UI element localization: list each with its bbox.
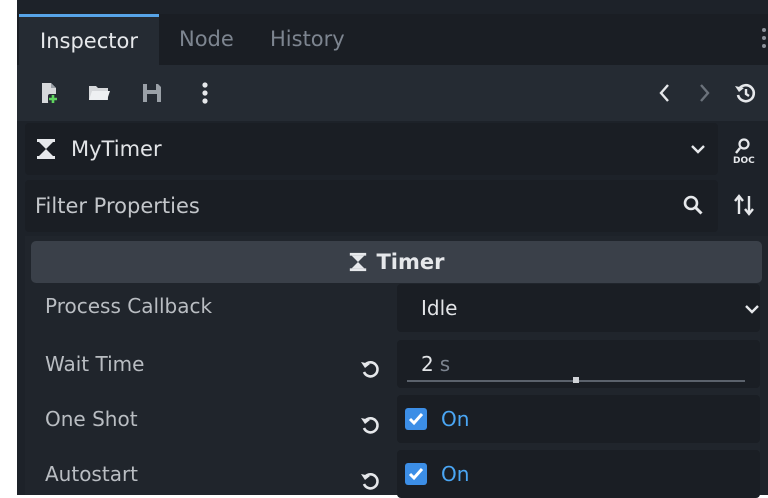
tab-node[interactable]: Node: [179, 14, 234, 65]
wait-time-slider[interactable]: [407, 377, 745, 383]
dock-menu-icon[interactable]: [762, 28, 768, 52]
forward-icon[interactable]: [692, 81, 716, 105]
one-shot-value: On: [441, 407, 470, 431]
tab-bar: Inspector Node History: [17, 14, 768, 65]
chevron-down-icon: [690, 141, 706, 161]
history-icon[interactable]: [733, 81, 757, 105]
process-callback-select[interactable]: Idle: [397, 284, 760, 332]
wait-time-unit: s: [439, 352, 451, 376]
open-folder-icon[interactable]: [87, 81, 111, 105]
slider-grabber[interactable]: [573, 377, 579, 383]
autostart-label: Autostart: [45, 462, 139, 486]
checkbox-checked-icon[interactable]: [405, 463, 427, 485]
one-shot-label: One Shot: [45, 407, 138, 431]
inspector-properties: Timer Process Callback Idle Wait Time 2s: [25, 236, 768, 498]
checkbox-checked-icon[interactable]: [405, 408, 427, 430]
doc-search-icon[interactable]: DOC: [731, 138, 759, 166]
one-shot-checkbox[interactable]: On: [397, 395, 760, 443]
more-icon[interactable]: [193, 81, 217, 105]
inspector-toolbar: [17, 65, 768, 121]
filter-properties-input[interactable]: Filter Properties: [25, 180, 718, 232]
revert-icon[interactable]: [359, 358, 383, 382]
svg-text:DOC: DOC: [733, 156, 755, 164]
hourglass-icon: [348, 244, 368, 286]
hourglass-icon: [35, 138, 57, 164]
autostart-checkbox[interactable]: On: [397, 450, 760, 498]
back-icon[interactable]: [653, 81, 677, 105]
wait-time-spinbox[interactable]: 2s: [397, 340, 760, 388]
app-root: Inspector Node History MyTimer DOC Filte…: [0, 0, 768, 498]
wait-time-value: 2: [421, 352, 434, 376]
search-icon: [682, 194, 704, 220]
section-title: Timer: [376, 250, 445, 274]
object-selector[interactable]: MyTimer: [25, 123, 718, 175]
object-name: MyTimer: [71, 137, 162, 161]
tab-history[interactable]: History: [270, 14, 345, 65]
sort-options-icon[interactable]: [733, 193, 757, 221]
filter-placeholder: Filter Properties: [35, 194, 200, 218]
revert-icon[interactable]: [359, 470, 383, 494]
revert-icon[interactable]: [359, 414, 383, 438]
process-callback-value: Idle: [421, 296, 458, 320]
section-header-timer[interactable]: Timer: [31, 241, 762, 283]
tab-inspector[interactable]: Inspector: [19, 14, 159, 65]
wait-time-label: Wait Time: [45, 352, 145, 376]
inspector-dock: Inspector Node History MyTimer DOC Filte…: [17, 0, 768, 498]
save-icon[interactable]: [140, 81, 164, 105]
chevron-down-icon: [744, 301, 760, 321]
new-resource-icon[interactable]: [37, 81, 61, 105]
autostart-value: On: [441, 462, 470, 486]
process-callback-label: Process Callback: [45, 294, 213, 318]
